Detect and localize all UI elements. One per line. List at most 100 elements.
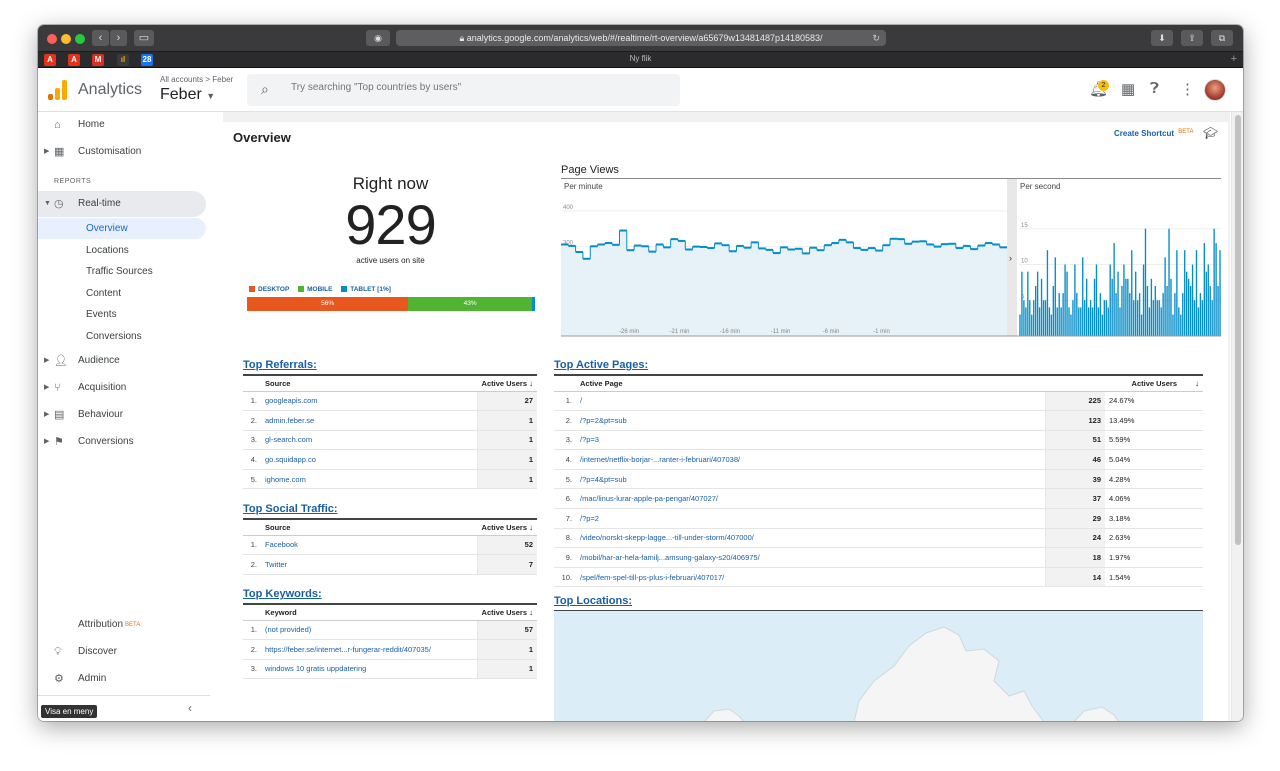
per-second-bar[interactable] [1205,271,1207,336]
per-second-bar[interactable] [1215,243,1217,336]
per-second-bar[interactable] [1156,300,1158,336]
per-second-bar[interactable] [1072,300,1074,336]
per-second-bar[interactable] [1189,285,1192,336]
per-second-bar[interactable] [1211,300,1213,336]
device-segment-mobile[interactable]: 43% [408,297,533,311]
per-second-bar[interactable] [1052,285,1055,336]
search-input[interactable] [291,82,651,93]
avatar[interactable] [1204,79,1226,101]
sidebar-item-content[interactable]: Content [38,283,206,304]
top-social-title[interactable]: Top Social Traffic: [243,503,338,515]
chevron-right-icon[interactable]: › [1009,253,1012,263]
sidebar-item-discover[interactable]: 💡︎ Discover [38,639,206,665]
per-second-bar[interactable] [1176,250,1178,336]
per-second-bar[interactable] [1133,300,1135,336]
row-link[interactable]: admin.feber.se [261,410,477,431]
per-second-bar[interactable] [1213,228,1215,336]
row-link[interactable]: /?p=4&pt=sub [576,469,1045,490]
per-second-bar[interactable] [1068,307,1070,336]
per-second-bar[interactable] [1066,271,1068,336]
scrollbar-thumb[interactable] [1235,115,1241,545]
per-second-bar[interactable] [1044,300,1047,336]
per-second-bar[interactable] [1054,257,1056,336]
per-second-bar[interactable] [1172,314,1174,336]
per-second-bar[interactable] [1144,228,1147,336]
sidebar-item-conversions[interactable]: ▶ ⚑ Conversions [38,429,206,455]
per-second-bar[interactable] [1154,285,1156,336]
sidebar-item-audience[interactable]: ▶ 👤︎ Audience [38,348,206,374]
tabs-overview-button[interactable]: ⧉ [1211,30,1233,46]
row-link[interactable]: / [576,391,1045,412]
row-link[interactable]: /mobil/har-ar-hela-familj...amsung-galax… [576,547,1045,568]
per-second-bar[interactable] [1207,264,1209,337]
graduation-cap-icon[interactable]: 🎓︎ [1203,126,1218,140]
per-second-bar[interactable] [1084,300,1086,336]
row-link[interactable]: /video/norskt-skepp-lagge...-till-under-… [576,528,1045,549]
device-segment-tablet[interactable] [532,297,535,311]
per-second-bar[interactable] [1091,307,1094,336]
per-second-bar[interactable] [1131,250,1133,336]
row-link[interactable]: go.squidapp.co [261,449,477,470]
per-second-bar[interactable] [1099,293,1102,336]
per-second-bar[interactable] [1050,314,1053,336]
per-second-bar[interactable] [1164,257,1166,336]
row-link[interactable]: ighome.com [261,469,477,490]
per-second-bar[interactable] [1103,300,1105,336]
per-second-bar[interactable] [1070,314,1072,336]
tab-title[interactable]: Ny flik [38,54,1243,63]
create-shortcut-link[interactable]: Create Shortcut BETA [1114,129,1193,138]
per-second-bar[interactable] [1193,300,1196,336]
per-second-bar[interactable] [1111,278,1113,336]
forward-button[interactable]: › [110,30,127,46]
per-second-bar[interactable] [1209,285,1211,336]
per-second-bar[interactable] [1125,278,1127,336]
sidebar-item-overview[interactable]: Overview [38,218,206,239]
per-second-bar[interactable] [1195,250,1198,336]
per-second-bar[interactable] [1174,293,1176,336]
per-second-bar[interactable] [1166,285,1168,336]
sidebar-item-customisation[interactable]: ▶ ▦ Customisation [38,139,206,165]
per-second-bar[interactable] [1219,250,1221,336]
per-second-bar[interactable] [1170,278,1172,336]
row-link[interactable]: windows 10 gratis uppdatering [261,659,477,680]
per-second-bar[interactable] [1129,293,1131,336]
per-second-bar[interactable] [1036,271,1039,336]
row-link[interactable]: googleapis.com [261,391,477,412]
per-second-bar[interactable] [1074,264,1076,337]
per-second-bar[interactable] [1089,300,1092,336]
row-link[interactable]: (not provided) [261,620,477,641]
per-second-bar[interactable] [1117,271,1119,336]
per-second-bar[interactable] [1138,293,1141,336]
per-second-bar[interactable] [1168,228,1170,336]
zoom-window-button[interactable] [75,34,85,44]
device-segment-desktop[interactable]: 56% [247,297,409,311]
per-second-bar[interactable] [1123,264,1125,337]
row-link[interactable]: /?p=2 [576,508,1045,529]
per-second-bar[interactable] [1097,307,1100,336]
close-window-button[interactable] [47,34,57,44]
collapse-sidebar-icon[interactable]: ‹ [188,701,192,715]
per-second-bar[interactable] [1136,300,1139,336]
page-scrollbar[interactable] [1231,112,1243,721]
new-tab-icon[interactable]: + [1231,53,1237,65]
per-second-bar[interactable] [1093,278,1096,336]
per-second-bar[interactable] [1105,300,1107,336]
per-second-bar[interactable] [1058,293,1060,336]
search-box[interactable]: ⌕ [247,74,680,106]
per-second-bar[interactable] [1152,300,1155,336]
per-second-bar[interactable] [1034,285,1037,336]
per-second-bar[interactable] [1095,264,1098,337]
per-second-bar[interactable] [1109,264,1111,337]
back-button[interactable]: ‹ [92,30,109,46]
per-second-bar[interactable] [1107,307,1109,336]
per-second-bar[interactable] [1056,307,1058,336]
address-bar[interactable]: 🔒︎ analytics.google.com/analytics/web/#/… [396,30,886,46]
sidebar-item-home[interactable]: ⌂ Home [38,112,206,138]
minimize-window-button[interactable] [61,34,71,44]
top-locations-title[interactable]: Top Locations: [554,595,632,607]
account-selector[interactable]: Feber ▼ [160,86,215,104]
row-link[interactable]: Facebook [261,535,477,556]
top-keywords-title[interactable]: Top Keywords: [243,588,322,600]
per-second-bar[interactable] [1076,293,1078,336]
row-link[interactable]: gl-search.com [261,430,477,451]
